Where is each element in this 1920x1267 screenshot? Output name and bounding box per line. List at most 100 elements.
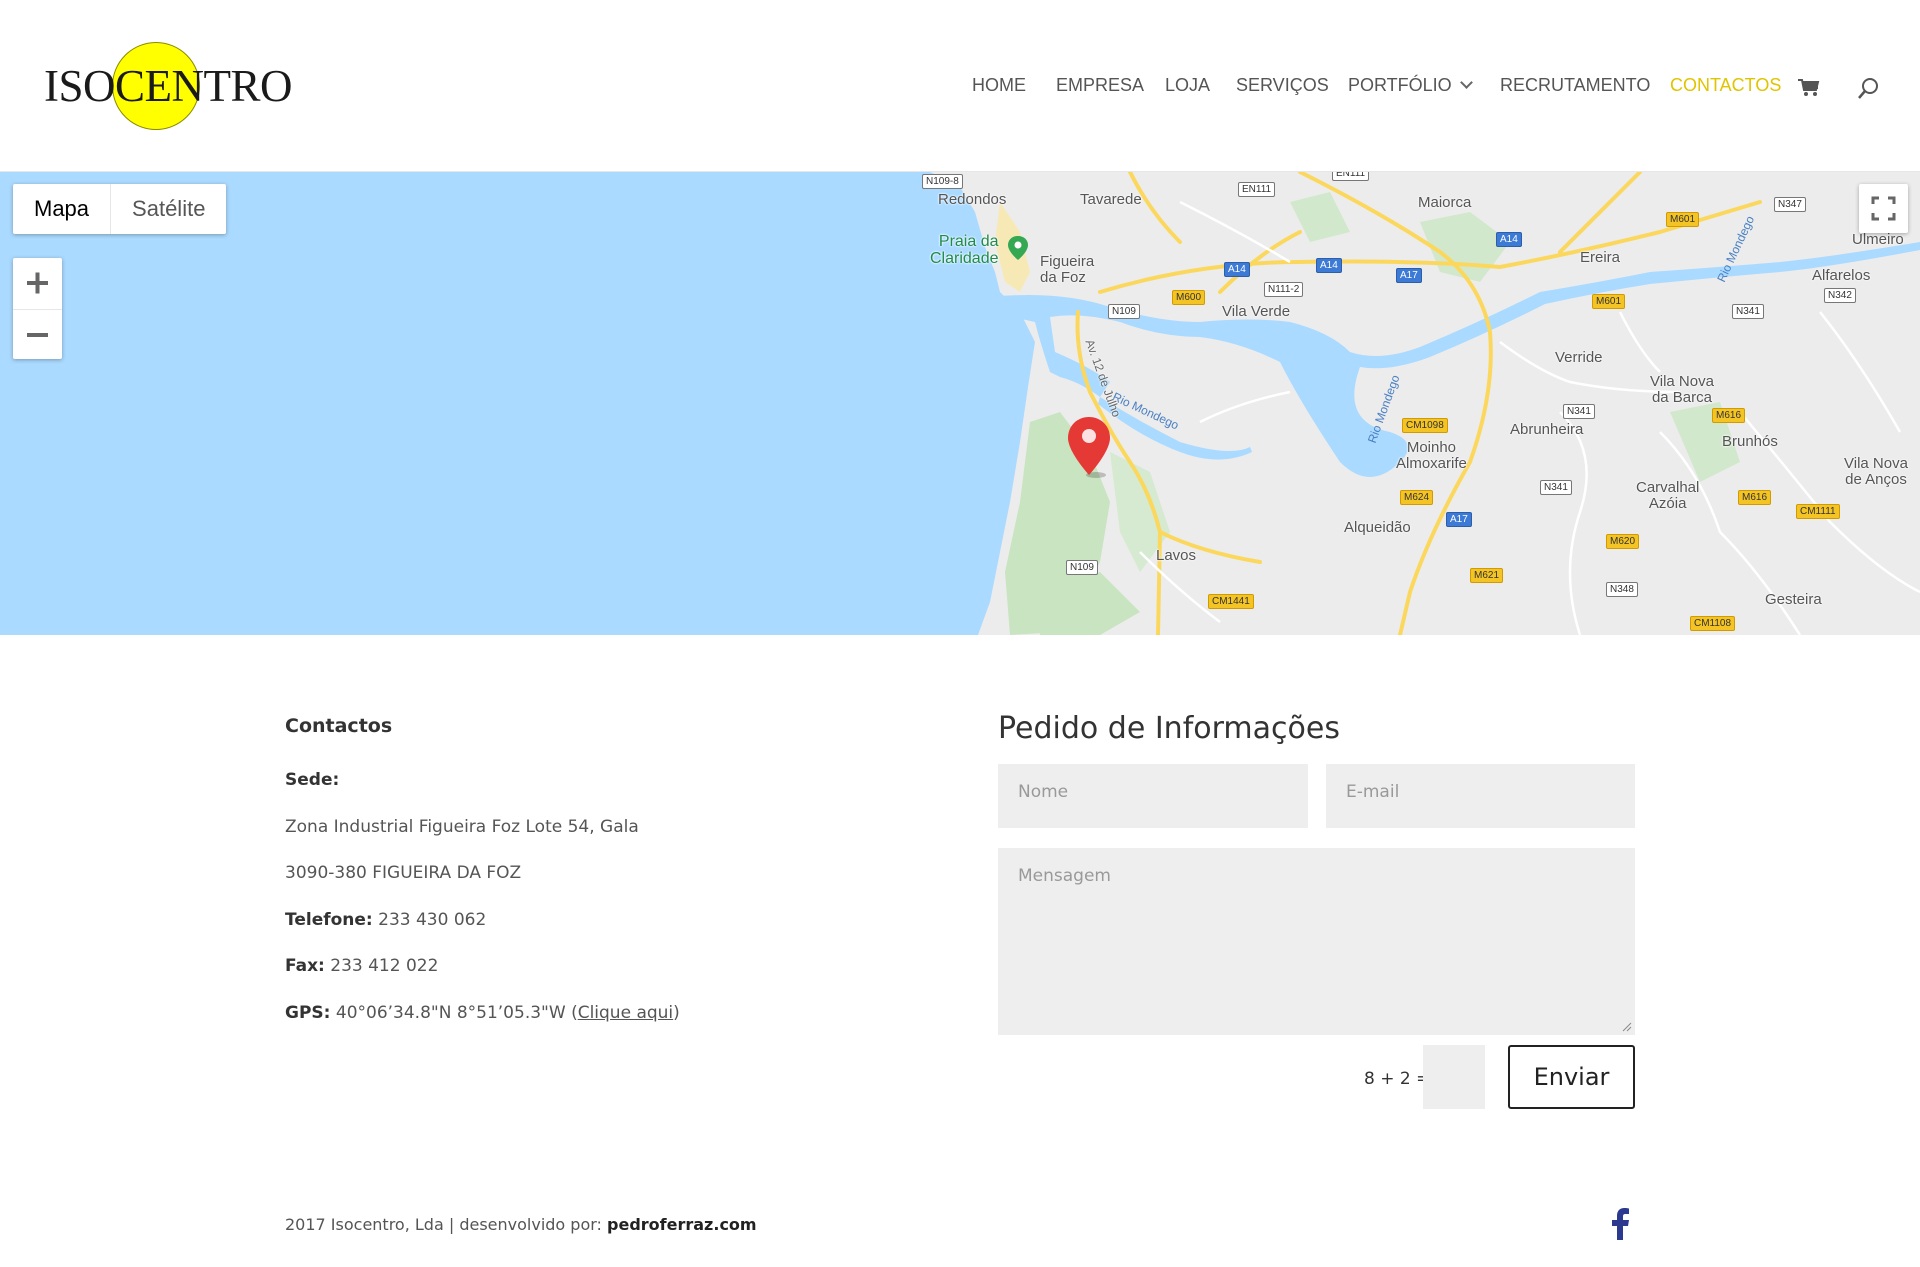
footer-credit-link[interactable]: pedroferraz.com xyxy=(607,1215,757,1234)
road-shield: CM1108 xyxy=(1690,616,1736,631)
road-shield: M620 xyxy=(1606,534,1640,549)
map-type-map-button[interactable]: Mapa xyxy=(13,184,110,234)
sede-label: Sede: xyxy=(285,770,340,790)
road-shield: N109 xyxy=(1108,304,1140,319)
zoom-out-icon[interactable] xyxy=(13,309,62,360)
message-field[interactable]: Mensagem xyxy=(998,848,1635,1035)
captcha-input[interactable] xyxy=(1423,1045,1485,1109)
road-shield: CM1441 xyxy=(1208,594,1254,609)
gps-label: GPS: xyxy=(285,1003,331,1023)
email-field[interactable]: E-mail xyxy=(1326,764,1635,828)
place-alqueidao: Alqueidão xyxy=(1344,519,1411,536)
captcha-question: 8 + 2 = xyxy=(1364,1069,1431,1089)
fax-label: Fax: xyxy=(285,956,325,976)
google-map[interactable]: Redondos Tavarede Maiorca Praia da Clari… xyxy=(0,172,1920,635)
road-shield: M616 xyxy=(1712,408,1746,423)
chevron-down-icon xyxy=(1459,76,1473,89)
place-figueira-da-foz: Figueira da Foz xyxy=(1040,253,1095,286)
nav-portfolio-label: PORTFÓLIO xyxy=(1348,75,1452,95)
fax-value: 233 412 022 xyxy=(330,956,439,976)
nav-loja[interactable]: LOJA xyxy=(1165,75,1210,96)
place-alfarelos: Alfarelos xyxy=(1812,267,1871,284)
site-header: ISOCENTRO HOME EMPRESA LOJA SERVIÇOS POR… xyxy=(0,0,1920,172)
nav-home[interactable]: HOME xyxy=(972,75,1026,96)
road-shield: M601 xyxy=(1592,294,1626,309)
nav-recrutamento[interactable]: RECRUTAMENTO xyxy=(1500,75,1650,96)
place-moinho-almoxarife: Moinho Almoxarife xyxy=(1396,439,1467,472)
place-ereira: Ereira xyxy=(1580,249,1621,266)
road-shield: M616 xyxy=(1738,490,1772,505)
place-redondos: Redondos xyxy=(938,191,1007,208)
submit-button[interactable]: Enviar xyxy=(1508,1045,1635,1109)
road-shield: A17 xyxy=(1396,268,1422,283)
map-type-satellite-button[interactable]: Satélite xyxy=(110,184,226,234)
form-title: Pedido de Informações xyxy=(998,711,1340,746)
road-shield: N341 xyxy=(1540,480,1572,495)
resize-handle-icon[interactable] xyxy=(1622,1022,1632,1032)
road-shield: M601 xyxy=(1666,212,1700,227)
road-shield: N342 xyxy=(1824,288,1856,303)
nav-servicos[interactable]: SERVIÇOS xyxy=(1236,75,1329,96)
beach-pin-icon xyxy=(1008,236,1028,260)
road-shield: M600 xyxy=(1172,290,1206,305)
gps-row: GPS: 40°06’34.8"N 8°51’05.3"W (Clique aq… xyxy=(285,1003,680,1023)
fax-row: Fax: 233 412 022 xyxy=(285,956,438,976)
road-shield: M621 xyxy=(1470,568,1504,583)
road-shield: N341 xyxy=(1563,404,1595,419)
nav-contactos[interactable]: CONTACTOS xyxy=(1670,75,1781,96)
place-vila-nova-de-ancos: Vila Nova de Anços xyxy=(1844,455,1908,488)
cart-icon[interactable] xyxy=(1798,79,1820,97)
road-shield: M624 xyxy=(1400,490,1434,505)
place-verride: Verride xyxy=(1555,349,1603,366)
road-shield: A14 xyxy=(1224,262,1250,277)
map-type-control: Mapa Satélite xyxy=(13,184,227,234)
zoom-control xyxy=(13,258,62,359)
place-gesteira: Gesteira xyxy=(1765,591,1822,608)
road-shield: EN111 xyxy=(1332,172,1370,181)
zoom-in-icon[interactable] xyxy=(13,258,62,308)
name-field[interactable]: Nome xyxy=(998,764,1308,828)
road-shield: N109 xyxy=(1066,560,1098,575)
place-praia-da-claridade: Praia da Claridade xyxy=(930,233,999,267)
fullscreen-icon[interactable] xyxy=(1859,184,1908,233)
nav-portfolio[interactable]: PORTFÓLIO xyxy=(1348,75,1473,96)
nav-empresa[interactable]: EMPRESA xyxy=(1056,75,1144,96)
place-brunhos: Brunhós xyxy=(1722,433,1778,450)
place-abrunheira: Abrunheira xyxy=(1510,421,1584,438)
road-shield: EN111 xyxy=(1238,182,1276,197)
footer-credits: 2017 Isocentro, Lda | desenvolvido por: … xyxy=(285,1215,757,1234)
road-shield: N341 xyxy=(1732,304,1764,319)
road-shield: N111-2 xyxy=(1264,282,1304,297)
address-line-1: Zona Industrial Figueira Foz Lote 54, Ga… xyxy=(285,817,639,837)
road-shield: A14 xyxy=(1316,258,1342,273)
place-vila-verde: Vila Verde xyxy=(1222,303,1291,320)
place-vila-nova-da-barca: Vila Nova da Barca xyxy=(1650,373,1714,406)
search-icon[interactable] xyxy=(1858,77,1880,99)
phone-value: 233 430 062 xyxy=(378,910,487,930)
facebook-icon[interactable] xyxy=(1610,1208,1630,1240)
road-shield: CM1098 xyxy=(1402,418,1448,433)
contacts-heading: Contactos xyxy=(285,715,393,737)
place-carvalhal-azoia: Carvalhal Azóia xyxy=(1636,479,1700,512)
phone-row: Telefone: 233 430 062 xyxy=(285,910,486,930)
isocentro-logo[interactable]: ISOCENTRO xyxy=(44,42,293,132)
location-pin-icon[interactable] xyxy=(1068,417,1114,479)
gps-close-paren: ) xyxy=(673,1003,680,1023)
message-placeholder: Mensagem xyxy=(1018,866,1111,886)
place-lavos: Lavos xyxy=(1156,547,1197,564)
place-maiorca: Maiorca xyxy=(1418,194,1472,211)
road-shield: CM1111 xyxy=(1796,504,1840,519)
place-ulmeiro: Ulmeiro xyxy=(1852,231,1904,248)
phone-label: Telefone: xyxy=(285,910,373,930)
road-shield: A17 xyxy=(1446,512,1472,527)
place-tavarede: Tavarede xyxy=(1080,191,1142,208)
logo-text: ISOCENTRO xyxy=(44,61,293,111)
road-shield: N109-8 xyxy=(922,174,963,189)
road-shield: N348 xyxy=(1606,582,1638,597)
address-line-2: 3090-380 FIGUEIRA DA FOZ xyxy=(285,863,522,883)
gps-value: 40°06’34.8"N 8°51’05.3"W ( xyxy=(335,1003,578,1023)
road-shield: A14 xyxy=(1496,232,1522,247)
footer-copyright: 2017 Isocentro, Lda | desenvolvido por: xyxy=(285,1215,608,1234)
gps-link[interactable]: Clique aqui xyxy=(578,1003,673,1023)
road-shield: N347 xyxy=(1774,197,1806,212)
